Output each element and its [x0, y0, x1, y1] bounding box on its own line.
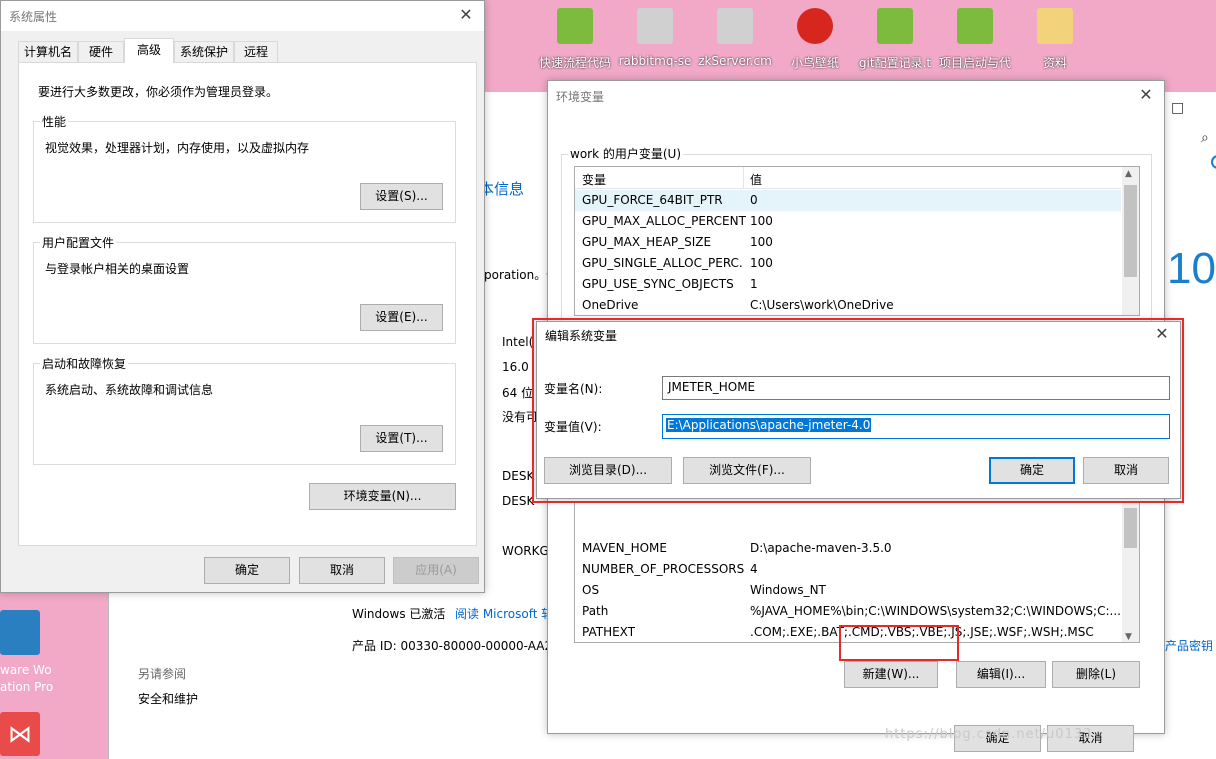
- notepad-icon: [957, 8, 993, 44]
- gear-shortcut-icon: [637, 8, 673, 44]
- see-also-label: 另请参阅: [138, 667, 187, 681]
- advanced-tab-panel: 要进行大多数更改，你必须作为管理员登录。 性能 视觉效果，处理器计划，内存使用，…: [18, 62, 477, 546]
- close-icon[interactable]: ✕: [1136, 85, 1156, 105]
- close-icon[interactable]: ✕: [456, 5, 476, 25]
- search-icon[interactable]: ⌕: [1201, 130, 1209, 146]
- user-variables-list[interactable]: 变量 值 GPU_FORCE_64BIT_PTR 0 GPU_MAX_ALLOC…: [574, 166, 1140, 316]
- tab-advanced[interactable]: 高级: [124, 38, 174, 63]
- scrollbar-thumb[interactable]: [1124, 508, 1137, 548]
- system-variables-list[interactable]: MAVEN_HOME D:\apache-maven-3.5.0 NUMBER_…: [574, 501, 1140, 643]
- scrollbar-thumb[interactable]: [1124, 185, 1137, 277]
- startup-recovery-settings-button[interactable]: 设置(T)...: [360, 425, 443, 452]
- gear-shortcut-icon: [717, 8, 753, 44]
- desktop-icon-rabbitmq[interactable]: rabbitmq-se: [615, 8, 695, 68]
- basic-info-link[interactable]: 本信息: [479, 178, 524, 199]
- computer-name-text: DESK: [502, 469, 535, 483]
- desktop-icon-zkserver[interactable]: zkServer.cm: [695, 8, 775, 68]
- user-profile-title: 用户配置文件: [40, 234, 117, 251]
- startup-recovery-desc: 系统启动、系统故障和调试信息: [45, 383, 214, 397]
- scroll-down-icon[interactable]: ▼: [1125, 632, 1132, 642]
- desktop-icon-docs[interactable]: 资料: [1015, 8, 1095, 71]
- table-row[interactable]: GPU_FORCE_64BIT_PTR 0: [575, 190, 1121, 211]
- vmware-icon[interactable]: [0, 610, 40, 655]
- ms-license-link[interactable]: 阅读 Microsoft 软: [455, 605, 553, 622]
- folder-icon: [1037, 8, 1073, 44]
- desktop-icon-git[interactable]: git配置记录.t: [855, 8, 935, 71]
- sysprops-titlebar: 系统属性 ✕: [1, 1, 484, 31]
- edit-variable-button[interactable]: 编辑(I)...: [956, 661, 1046, 688]
- new-variable-button[interactable]: 新建(W)...: [844, 661, 938, 688]
- desktop-icon-flow[interactable]: 快速流程代码: [535, 8, 615, 71]
- workgroup-text: WORKG: [502, 544, 549, 558]
- desktop-label-vmware-2: ation Pro: [0, 680, 54, 694]
- activation-text: Windows 已激活: [352, 607, 446, 621]
- tab-system-protection[interactable]: 系统保护: [174, 41, 234, 62]
- table-row[interactable]: GPU_MAX_ALLOC_PERCENT 100: [575, 211, 1121, 232]
- tab-remote[interactable]: 远程: [234, 41, 278, 62]
- user-variables-title: work 的用户变量(U): [568, 145, 684, 162]
- user-profile-group: 用户配置文件 与登录帐户相关的桌面设置 设置(E)...: [33, 234, 456, 344]
- product-id-text: 产品 ID: 00330-80000-00000-AA20: [352, 639, 560, 653]
- desktop-label-vmware-1: ware Wo: [0, 663, 52, 677]
- list-header: 变量 值: [575, 167, 1121, 189]
- system-type-text: 64 位: [502, 386, 534, 400]
- table-row[interactable]: GPU_USE_SYNC_OBJECTS 1: [575, 274, 1121, 295]
- sysprops-apply-button[interactable]: 应用(A): [393, 557, 479, 584]
- table-row[interactable]: GPU_MAX_HEAP_SIZE 100: [575, 232, 1121, 253]
- delete-variable-button[interactable]: 删除(L): [1052, 661, 1140, 688]
- column-divider: [743, 167, 744, 189]
- column-header-value[interactable]: 值: [750, 171, 762, 188]
- performance-settings-button[interactable]: 设置(S)...: [360, 183, 443, 210]
- tab-computer-name[interactable]: 计算机名: [18, 41, 78, 62]
- help-icon[interactable]: [1211, 155, 1216, 169]
- security-link[interactable]: 安全和维护: [138, 690, 198, 707]
- windows10-logo-text: 10: [1167, 244, 1216, 293]
- new-button-highlight: [839, 625, 959, 661]
- performance-group: 性能 视觉效果，处理器计划，内存使用，以及虚拟内存 设置(S)...: [33, 113, 456, 223]
- watermark: https://blog.csdn.net/u0133: [885, 727, 1093, 742]
- table-row[interactable]: OneDrive C:\Users\work\OneDrive: [575, 295, 1121, 315]
- performance-title: 性能: [40, 113, 69, 130]
- restore-icon[interactable]: □: [1171, 100, 1184, 116]
- performance-desc: 视觉效果，处理器计划，内存使用，以及虚拟内存: [45, 141, 310, 155]
- tab-hardware[interactable]: 硬件: [78, 41, 124, 62]
- system-properties-dialog: 系统属性 ✕ 计算机名 硬件 高级 系统保护 远程 要进行大多数更改，你必须作为…: [0, 0, 485, 593]
- user-list-scrollbar[interactable]: ▲: [1122, 167, 1139, 315]
- table-row[interactable]: OS Windows_NT: [575, 580, 1121, 601]
- desktop-icon-wallpaper[interactable]: 小鸟壁纸: [775, 8, 855, 71]
- environment-variables-button[interactable]: 环境变量(N)...: [309, 483, 456, 510]
- xmind-icon[interactable]: ⋈: [0, 712, 40, 756]
- table-row[interactable]: Path %JAVA_HOME%\bin;C:\WINDOWS\system32…: [575, 601, 1121, 622]
- user-profile-settings-button[interactable]: 设置(E)...: [360, 304, 443, 331]
- sysprops-ok-button[interactable]: 确定: [204, 557, 290, 584]
- sysprops-cancel-button[interactable]: 取消: [299, 557, 385, 584]
- notepad-icon: [557, 8, 593, 44]
- desktop-icon-project[interactable]: 项目启动与代: [935, 8, 1015, 71]
- table-row[interactable]: GPU_SINGLE_ALLOC_PERC... 100: [575, 253, 1121, 274]
- envvars-titlebar: 环境变量 ✕: [548, 81, 1164, 111]
- envvars-title: 环境变量: [556, 90, 605, 104]
- column-header-variable[interactable]: 变量: [582, 171, 606, 188]
- system-list-scrollbar[interactable]: ▼: [1122, 502, 1139, 642]
- sysprops-title: 系统属性: [9, 10, 58, 24]
- startup-recovery-group: 启动和故障恢复 系统启动、系统故障和调试信息 设置(T)...: [33, 355, 456, 465]
- scroll-up-icon[interactable]: ▲: [1125, 169, 1132, 179]
- cpu-text: Intel(: [502, 335, 534, 349]
- table-row[interactable]: NUMBER_OF_PROCESSORS 4: [575, 559, 1121, 580]
- admin-note: 要进行大多数更改，你必须作为管理员登录。: [38, 85, 279, 99]
- product-key-link[interactable]: 产品密钥: [1165, 637, 1213, 654]
- notepad-icon: [877, 8, 913, 44]
- edit-dialog-highlight: [532, 318, 1184, 503]
- bird-icon: [797, 8, 833, 44]
- full-name-text: DESK: [502, 494, 535, 508]
- ram-text: 16.0: [502, 360, 529, 374]
- table-row[interactable]: MAVEN_HOME D:\apache-maven-3.5.0: [575, 538, 1121, 559]
- startup-recovery-title: 启动和故障恢复: [40, 355, 129, 372]
- user-profile-desc: 与登录帐户相关的桌面设置: [45, 262, 190, 276]
